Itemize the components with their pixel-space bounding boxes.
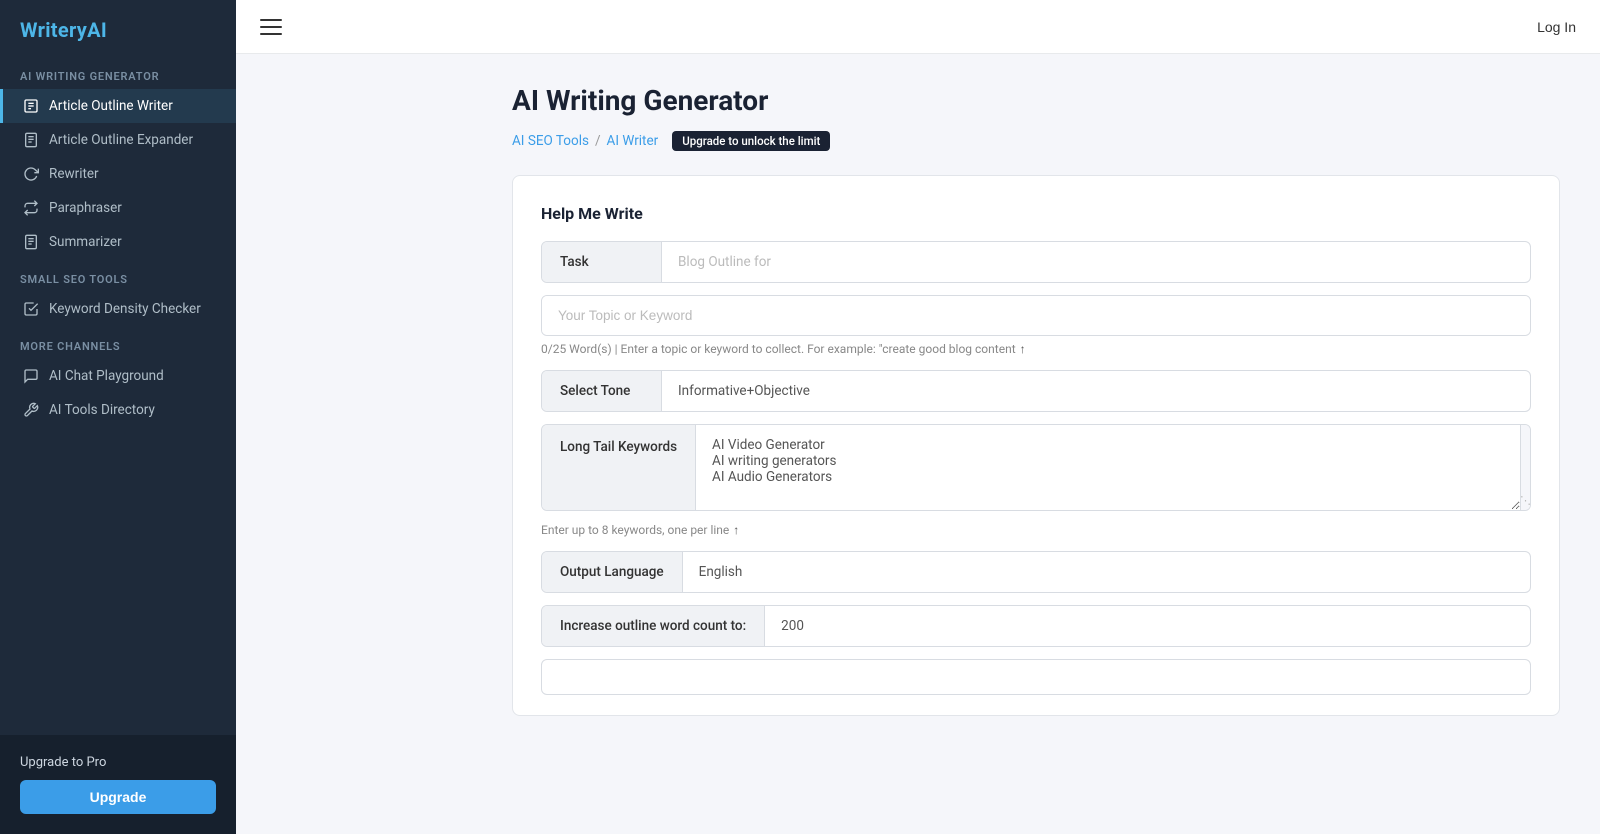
tone-label: Select Tone bbox=[542, 371, 662, 411]
chat-icon bbox=[23, 368, 39, 384]
section-label-writing: AI Writing Generator bbox=[0, 56, 236, 89]
tone-text: Informative+Objective bbox=[678, 383, 810, 399]
page-title: AI Writing Generator bbox=[512, 84, 1560, 117]
upgrade-badge[interactable]: Upgrade to unlock the limit bbox=[672, 131, 830, 151]
resize-handle[interactable]: ⋱ bbox=[1520, 425, 1530, 510]
menu-icon[interactable] bbox=[260, 19, 282, 35]
breadcrumb-separator: / bbox=[595, 133, 601, 149]
sidebar-item-chat-playground[interactable]: AI Chat Playground bbox=[0, 359, 236, 393]
edit-icon bbox=[23, 98, 39, 114]
doc-icon bbox=[23, 132, 39, 148]
sidebar-item-label: Keyword Density Checker bbox=[49, 301, 201, 317]
logo-highlight: AI bbox=[87, 18, 107, 42]
sidebar-item-summarizer[interactable]: Summarizer bbox=[0, 225, 236, 259]
topbar: Log In bbox=[236, 0, 1600, 54]
task-value: Blog Outline for bbox=[662, 242, 1530, 282]
sidebar-item-label: Article Outline Writer bbox=[49, 98, 173, 114]
topic-hint: 0/25 Word(s) | Enter a topic or keyword … bbox=[541, 342, 1531, 356]
refresh-icon bbox=[23, 166, 39, 182]
output-language-label: Output Language bbox=[542, 552, 683, 592]
menu-line-3 bbox=[260, 33, 282, 35]
long-tail-input[interactable]: AI Video Generator AI writing generators… bbox=[696, 425, 1520, 510]
word-count-text: 200 bbox=[781, 618, 804, 634]
sidebar-item-article-outline-writer[interactable]: Article Outline Writer bbox=[0, 89, 236, 123]
tools-icon bbox=[23, 402, 39, 418]
breadcrumb: AI SEO Tools / AI Writer Upgrade to unlo… bbox=[512, 131, 1560, 151]
form-card: Help Me Write Task Blog Outline for 0/25… bbox=[512, 175, 1560, 716]
sidebar-item-label: AI Chat Playground bbox=[49, 368, 164, 384]
sidebar-item-keyword-density[interactable]: Keyword Density Checker bbox=[0, 292, 236, 326]
hint-arrow: ↑ bbox=[1020, 342, 1026, 356]
breadcrumb-link-2[interactable]: AI Writer bbox=[607, 133, 659, 149]
sidebar-item-label: AI Tools Directory bbox=[49, 402, 155, 418]
hint-text-content: 0/25 Word(s) | Enter a topic or keyword … bbox=[541, 342, 1016, 356]
upgrade-label: Upgrade to Pro bbox=[20, 755, 216, 770]
extra-row-placeholder bbox=[541, 659, 1531, 695]
loop-icon bbox=[23, 200, 39, 216]
output-language-row: Output Language English bbox=[541, 551, 1531, 593]
word-count-label: Increase outline word count to: bbox=[542, 606, 765, 646]
sidebar: WriteryAI AI Writing Generator Article O… bbox=[0, 0, 236, 834]
long-tail-label: Long Tail Keywords bbox=[542, 425, 696, 510]
topic-input-wrapper bbox=[541, 295, 1531, 336]
sidebar-item-label: Summarizer bbox=[49, 234, 122, 250]
section-label-seo: Small SEO Tools bbox=[0, 259, 236, 292]
sidebar-upgrade-section: Upgrade to Pro Upgrade bbox=[0, 735, 236, 834]
topic-input[interactable] bbox=[542, 296, 1530, 335]
check-icon bbox=[23, 301, 39, 317]
word-count-row: Increase outline word count to: 200 bbox=[541, 605, 1531, 647]
app-logo[interactable]: WriteryAI bbox=[0, 0, 236, 56]
keywords-hint-text: Enter up to 8 keywords, one per line bbox=[541, 523, 729, 537]
sidebar-item-paraphraser[interactable]: Paraphraser bbox=[0, 191, 236, 225]
doc-icon-2 bbox=[23, 234, 39, 250]
logo-text: Writery bbox=[20, 18, 87, 42]
sidebar-item-label: Article Outline Expander bbox=[49, 132, 193, 148]
task-row: Task Blog Outline for bbox=[541, 241, 1531, 283]
login-button[interactable]: Log In bbox=[1537, 19, 1576, 35]
main-content: AI Writing Generator AI SEO Tools / AI W… bbox=[472, 54, 1600, 834]
menu-line-2 bbox=[260, 26, 282, 28]
upgrade-button[interactable]: Upgrade bbox=[20, 780, 216, 814]
sidebar-item-label: Rewriter bbox=[49, 166, 99, 182]
task-text: Blog Outline for bbox=[678, 254, 771, 270]
menu-line-1 bbox=[260, 19, 282, 21]
task-label: Task bbox=[542, 242, 662, 282]
word-count-value[interactable]: 200 bbox=[765, 606, 1530, 646]
sidebar-item-rewriter[interactable]: Rewriter bbox=[0, 157, 236, 191]
section-label-channels: More Channels bbox=[0, 326, 236, 359]
breadcrumb-link-1[interactable]: AI SEO Tools bbox=[512, 133, 589, 149]
form-section-title: Help Me Write bbox=[541, 204, 1531, 223]
long-tail-row: Long Tail Keywords AI Video Generator AI… bbox=[541, 424, 1531, 511]
sidebar-item-tools-directory[interactable]: AI Tools Directory bbox=[0, 393, 236, 427]
output-language-value[interactable]: English bbox=[683, 552, 1530, 592]
sidebar-item-article-outline-expander[interactable]: Article Outline Expander bbox=[0, 123, 236, 157]
tone-value[interactable]: Informative+Objective bbox=[662, 371, 1530, 411]
keywords-hint: Enter up to 8 keywords, one per line ↑ bbox=[541, 523, 1531, 537]
keywords-arrow: ↑ bbox=[733, 523, 739, 537]
tone-row: Select Tone Informative+Objective bbox=[541, 370, 1531, 412]
output-language-text: English bbox=[699, 564, 743, 580]
sidebar-item-label: Paraphraser bbox=[49, 200, 122, 216]
